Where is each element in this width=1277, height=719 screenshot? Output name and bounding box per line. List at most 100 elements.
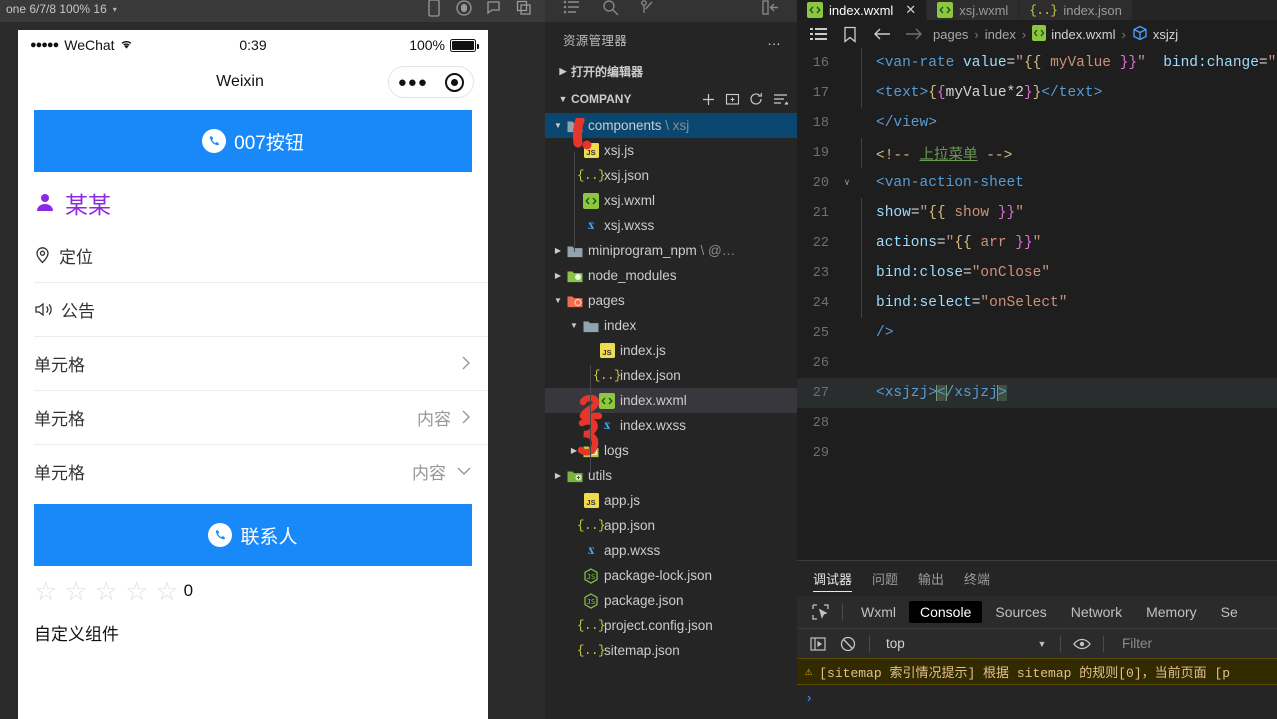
chevron-right-icon[interactable]: ▶ (555, 66, 571, 77)
star-icon[interactable]: ☆ (95, 578, 118, 604)
tree-folder-utils[interactable]: ▶ utils (545, 463, 797, 488)
code-line[interactable]: 25 /> (797, 318, 1277, 348)
outline-icon[interactable] (805, 27, 831, 42)
tree-file-app.json[interactable]: {..} app.json (545, 513, 797, 538)
record-icon[interactable] (449, 0, 479, 19)
chevron-down-icon[interactable]: ▼ (1032, 639, 1052, 649)
element-picker-icon[interactable] (805, 604, 835, 620)
wechat-capsule-button[interactable]: ●●● (388, 66, 474, 98)
bookmark-icon[interactable] (837, 26, 863, 43)
chevron-right-icon[interactable]: ▶ (567, 446, 581, 455)
collapse-all-icon[interactable] (769, 88, 791, 110)
tree-file-app.wxss[interactable]: z app.wxss (545, 538, 797, 563)
breadcrumb-item-file[interactable]: index.wxml (1032, 24, 1115, 44)
source-control-icon[interactable] (629, 0, 667, 18)
chevron-right-icon[interactable]: ▶ (551, 471, 565, 480)
devtools-tab[interactable]: 问题 (872, 561, 898, 596)
tree-file-project.config.json[interactable]: {..} project.config.json (545, 613, 797, 638)
tree-file-index.json[interactable]: {..} index.json (545, 363, 797, 388)
explorer-icon[interactable] (553, 0, 591, 18)
section-open-editors[interactable]: ▶ 打开的编辑器 (545, 57, 797, 85)
clear-console-icon[interactable] (835, 636, 861, 652)
chevron-down-icon[interactable]: ▼ (567, 321, 581, 330)
editor-tab-index-json[interactable]: {..} index.json (1019, 0, 1133, 20)
cell-location[interactable]: 定位 (18, 228, 488, 282)
tree-folder-miniprogram-npm[interactable]: ▶ miniprogram_npm \ @… (545, 238, 797, 263)
star-icon[interactable]: ☆ (34, 578, 57, 604)
section-company[interactable]: ▼ COMPANY (545, 85, 797, 113)
devtools-tab[interactable]: 调试器 (813, 561, 853, 596)
chevron-down-icon[interactable]: ▼ (551, 121, 565, 130)
eye-icon[interactable] (1069, 638, 1095, 650)
devtools-tab[interactable]: 输出 (918, 561, 944, 596)
search-icon[interactable] (591, 0, 629, 18)
rate-widget[interactable]: ☆ ☆ ☆ ☆ ☆ 0 (18, 572, 488, 608)
cell-with-value[interactable]: 单元格 内容 (18, 390, 488, 444)
code-line[interactable]: 18 </view> (797, 108, 1277, 138)
star-icon[interactable]: ☆ (64, 578, 87, 604)
code-line[interactable]: 23 bind:close="onClose" (797, 258, 1277, 288)
close-target-icon[interactable] (445, 72, 465, 92)
code-line[interactable]: 22 actions="{{ arr }}" (797, 228, 1277, 258)
devtools-panel-sources[interactable]: Sources (984, 601, 1057, 623)
chevron-right-icon[interactable]: ▶ (551, 271, 565, 280)
tree-file-xsj.js[interactable]: JS xsj.js (545, 138, 797, 163)
devtools-panel-memory[interactable]: Memory (1135, 601, 1208, 623)
tree-folder-components[interactable]: ▼ components \ xsj (545, 113, 797, 138)
tree-file-index.wxml[interactable]: index.wxml (545, 388, 797, 413)
breadcrumb-item-symbol[interactable]: xsjzj (1132, 25, 1178, 44)
chevron-right-icon[interactable]: ▶ (551, 246, 565, 255)
new-file-icon[interactable] (697, 88, 719, 110)
code-line[interactable]: 28 (797, 408, 1277, 438)
code-line[interactable]: 24 bind:select="onSelect" (797, 288, 1277, 318)
panel-toggle-icon[interactable] (751, 0, 789, 18)
code-line[interactable]: 17 <text>{{myValue*2}}</text> (797, 78, 1277, 108)
chevron-down-icon[interactable]: ▼ (551, 296, 565, 305)
cell-announcement[interactable]: 公告 (18, 282, 488, 336)
phone-icon[interactable] (419, 0, 449, 19)
star-icon[interactable]: ☆ (125, 578, 148, 604)
back-arrow-icon[interactable] (869, 27, 895, 41)
code-line[interactable]: 19 <!-- 上拉菜单 --> (797, 138, 1277, 168)
message-icon[interactable] (479, 0, 509, 19)
fold-toggle[interactable]: ∨ (839, 178, 855, 188)
devtools-panel-network[interactable]: Network (1060, 601, 1133, 623)
tree-file-index.js[interactable]: JS index.js (545, 338, 797, 363)
console-filter-input[interactable]: Filter (1112, 636, 1277, 651)
devtools-panel-wxml[interactable]: Wxml (850, 601, 907, 623)
devtools-panel-se[interactable]: Se (1210, 601, 1249, 623)
tree-file-package-lock.json[interactable]: JS package-lock.json (545, 563, 797, 588)
code-line-active[interactable]: 27 <xsjzj></xsjzj> (797, 378, 1277, 408)
star-icon[interactable]: ☆ (155, 578, 178, 604)
code-line[interactable]: 16 <van-rate value="{{ myValue }}" bind:… (797, 48, 1277, 78)
sidebar-toggle-icon[interactable] (805, 636, 831, 651)
button-contact[interactable]: 联系人 (34, 504, 472, 566)
tree-folder-pages[interactable]: ▼ pages (545, 288, 797, 313)
devtools-panel-console[interactable]: Console (909, 601, 983, 623)
devtools-tab[interactable]: 终端 (964, 561, 990, 596)
more-actions-icon[interactable]: … (767, 32, 783, 48)
code-editor[interactable]: 16 <van-rate value="{{ myValue }}" bind:… (797, 48, 1277, 560)
new-folder-icon[interactable] (721, 88, 743, 110)
tree-folder-index[interactable]: ▼ index (545, 313, 797, 338)
tree-file-app.js[interactable]: JS app.js (545, 488, 797, 513)
cell-basic[interactable]: 单元格 (18, 336, 488, 390)
editor-tab-xsj-wxml[interactable]: xsj.wxml (927, 0, 1020, 20)
tree-file-xsj.wxss[interactable]: z xsj.wxss (545, 213, 797, 238)
cell-with-value-expandable[interactable]: 单元格 内容 (18, 444, 488, 498)
breadcrumb-item-index[interactable]: index (985, 27, 1016, 42)
forward-arrow-icon[interactable] (901, 27, 927, 41)
tree-file-xsj.wxml[interactable]: xsj.wxml (545, 188, 797, 213)
tree-folder-node-modules[interactable]: ▶ node_modules (545, 263, 797, 288)
code-line[interactable]: 20 ∨ <van-action-sheet (797, 168, 1277, 198)
code-line[interactable]: 21 show="{{ show }}" (797, 198, 1277, 228)
chevron-down-icon[interactable]: ▼ (555, 94, 571, 104)
console-input-prompt[interactable]: › (797, 685, 1277, 709)
tree-file-index.wxss[interactable]: z index.wxss (545, 413, 797, 438)
more-dots-icon[interactable]: ●●● (398, 75, 428, 90)
close-icon[interactable]: ✕ (905, 2, 916, 18)
console-context-select[interactable]: top (878, 636, 1028, 651)
refresh-icon[interactable] (745, 88, 767, 110)
editor-tab-index-wxml[interactable]: index.wxml ✕ (797, 0, 928, 20)
tree-file-xsj.json[interactable]: {..} xsj.json (545, 163, 797, 188)
